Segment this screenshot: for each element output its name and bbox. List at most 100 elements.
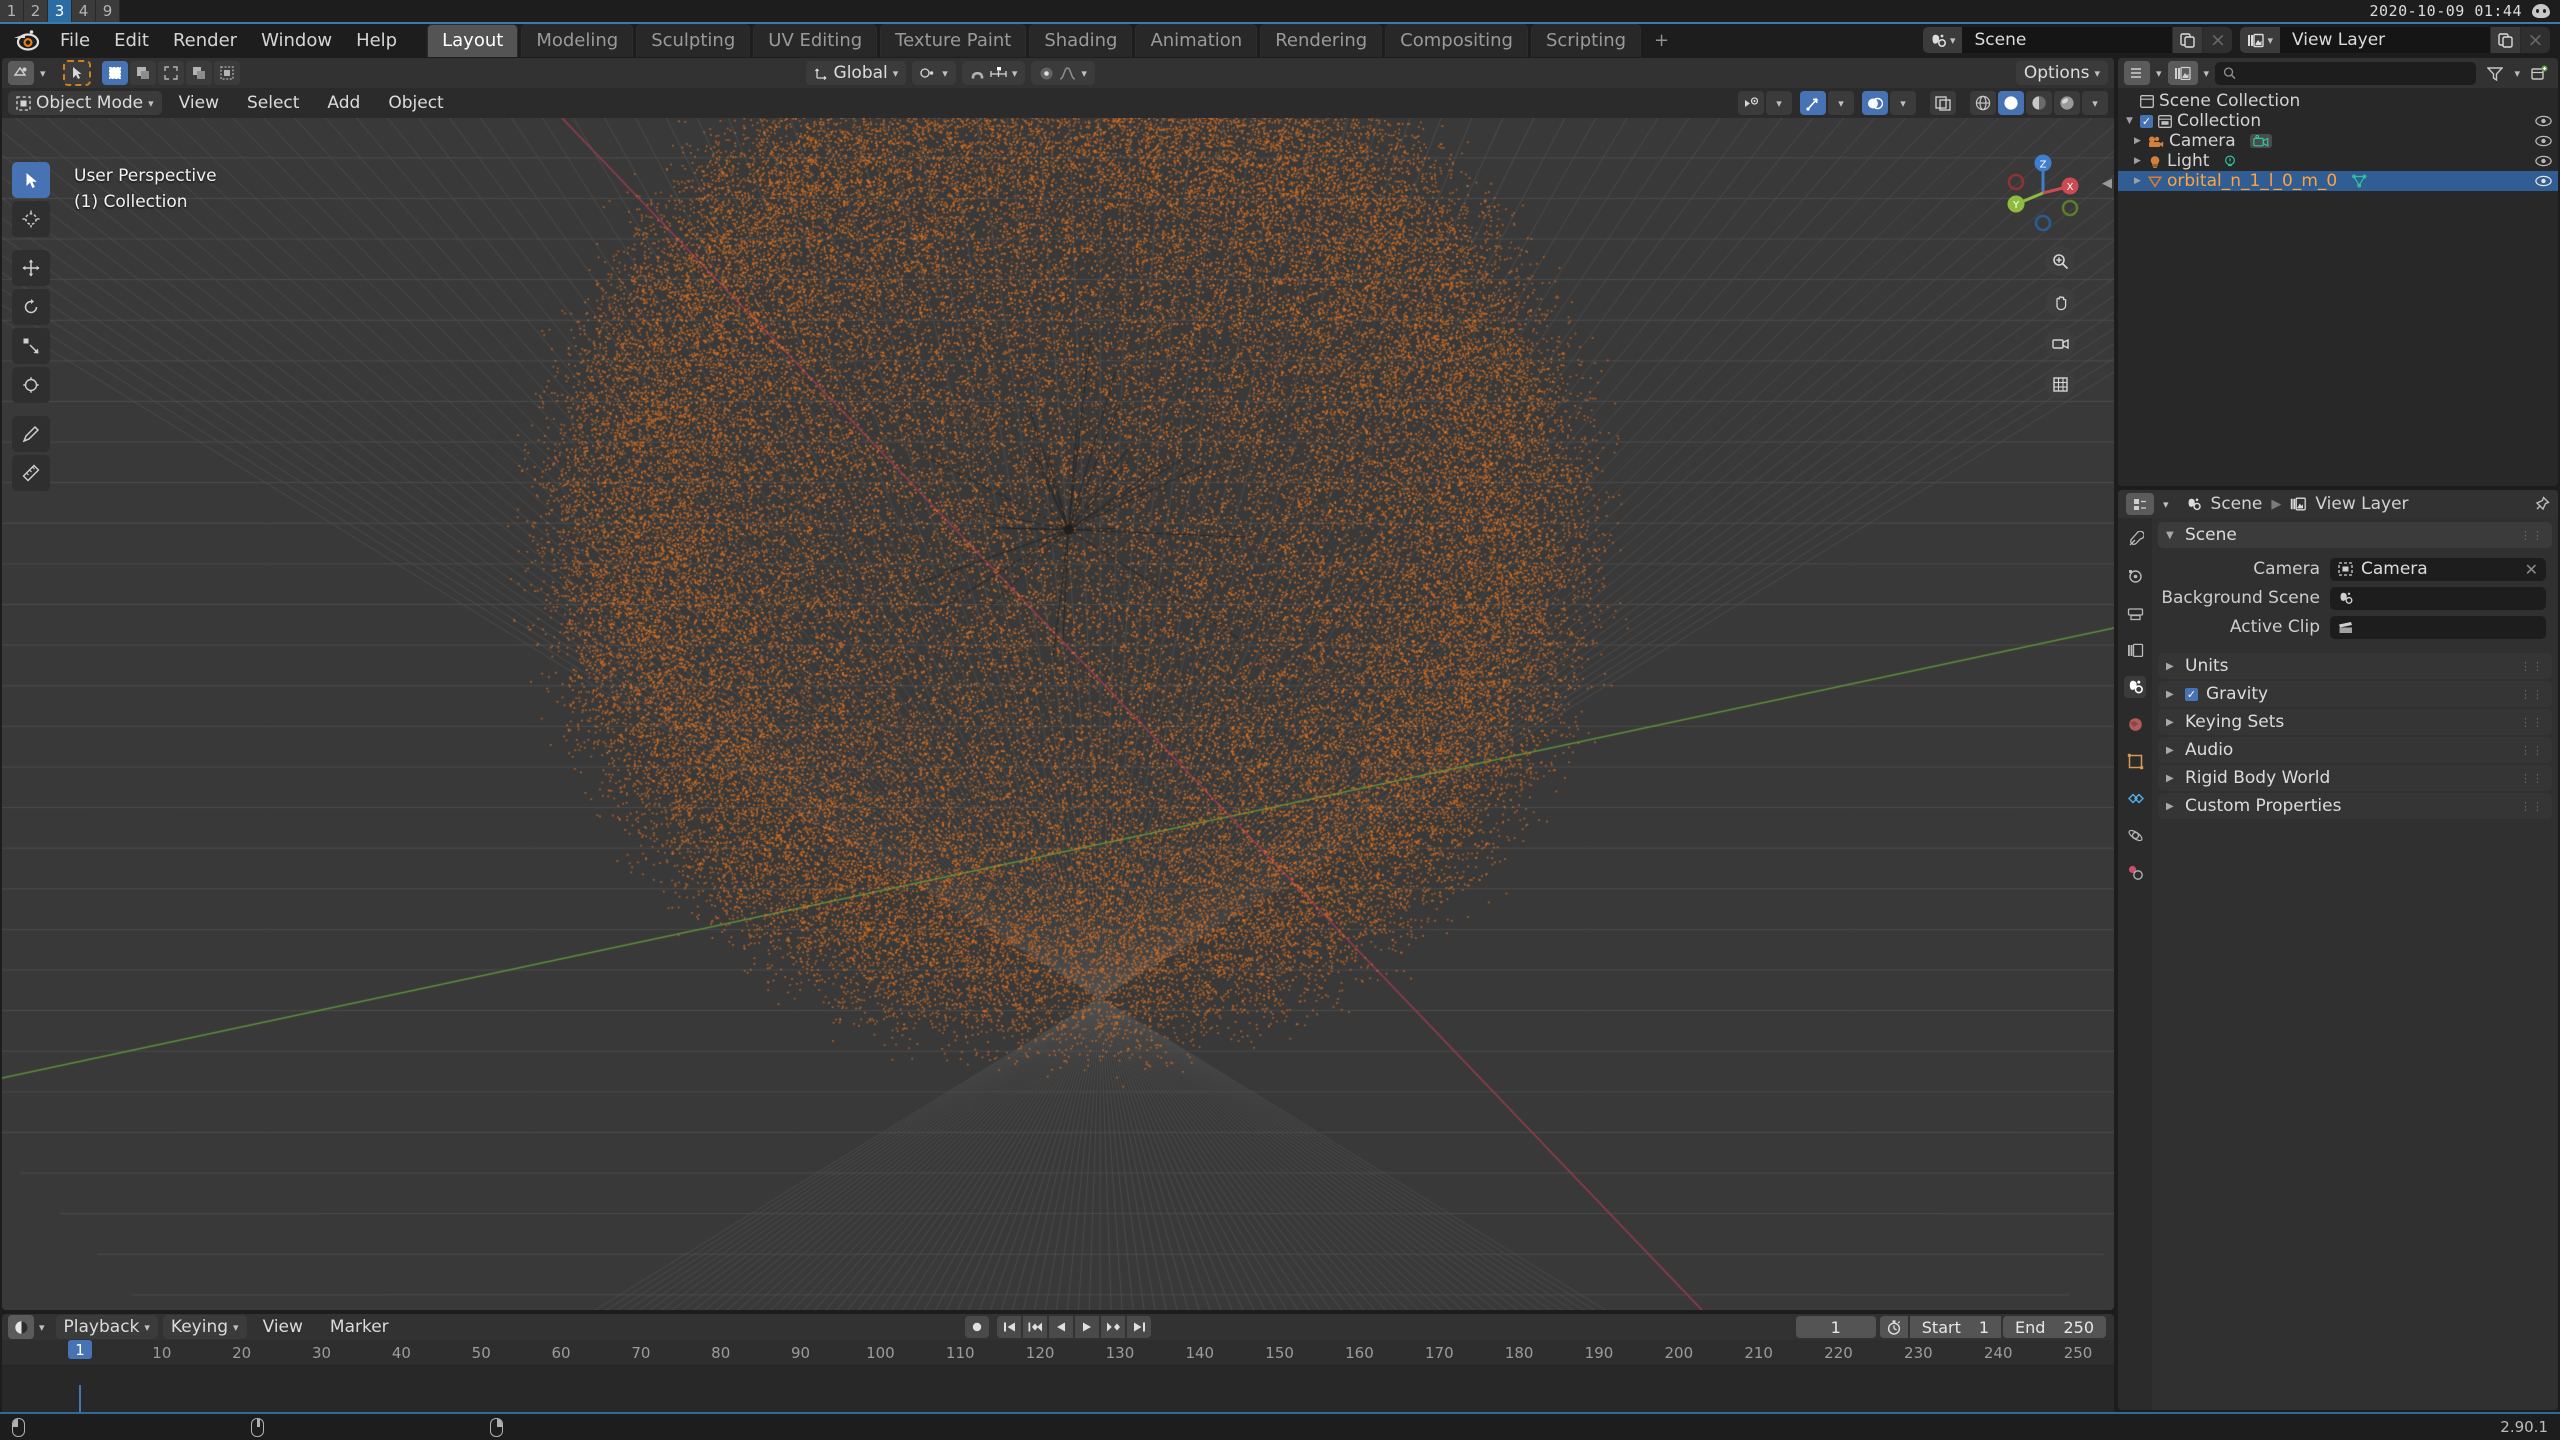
outliner-search-input[interactable] (2215, 61, 2477, 85)
workspace-tab-shading[interactable]: Shading (1029, 23, 1133, 57)
toggle-ortho-icon[interactable] (2045, 369, 2075, 399)
play-reverse-icon[interactable] (1049, 1316, 1073, 1338)
eye-icon[interactable] (2535, 115, 2552, 127)
navigation-gizmo[interactable]: Z X Y (2000, 150, 2086, 236)
breadcrumb-view-layer[interactable]: View Layer (2315, 494, 2408, 514)
viewport-menu-select[interactable]: Select (236, 90, 310, 116)
tweak-tool[interactable] (12, 162, 50, 198)
window-tab-3[interactable]: 3 (48, 0, 72, 22)
viewport-3d[interactable]: ▾ Global ▾ ▾ ▾ ▾ Options ▾ Object Mode ▾… (2, 58, 2114, 1310)
tweak-select-icon[interactable] (62, 60, 91, 86)
workspace-tab-texture-paint[interactable]: Texture Paint (880, 23, 1027, 57)
properties-tab-render[interactable] (2124, 565, 2146, 587)
panel-header-custom-properties[interactable]: ▶ Custom Properties ⋮⋮ (2158, 793, 2552, 819)
blender-logo[interactable] (12, 27, 40, 53)
panel-header-rigid-body-world[interactable]: ▶ Rigid Body World ⋮⋮ (2158, 765, 2552, 791)
mesh-data-icon[interactable] (2352, 174, 2367, 188)
pin-icon[interactable] (2533, 495, 2550, 513)
panel-header-units[interactable]: ▶ Units ⋮⋮ (2158, 653, 2552, 679)
discord-icon[interactable] (2532, 4, 2550, 18)
viewport-options-dropdown[interactable]: Options ▾ (2015, 61, 2108, 85)
select-box-icon[interactable] (101, 61, 128, 85)
jump-start-icon[interactable] (997, 1316, 1021, 1338)
outliner-editor[interactable]: ▾ ▾ ▾ Scene Collection ▼ ✓ Collection ▶ … (2118, 58, 2558, 486)
shading-material-preview-icon[interactable] (2026, 91, 2052, 115)
properties-tab-modifiers[interactable] (2124, 787, 2146, 809)
chevron-down-icon[interactable]: ▾ (2514, 67, 2520, 80)
snap-controls[interactable]: ▾ (961, 61, 1026, 85)
menu-file[interactable]: File (48, 27, 102, 54)
drag-handle-icon[interactable]: ⋮⋮ (2520, 772, 2544, 785)
disclosure-triangle-icon[interactable]: ▶ (2166, 801, 2177, 812)
disclosure-triangle-icon[interactable]: ▶ (2166, 717, 2177, 728)
outliner-row-collection[interactable]: ▼ ✓ Collection (2118, 111, 2558, 131)
light-data-icon[interactable] (2223, 154, 2237, 168)
chevron-down-icon[interactable]: ▾ (40, 67, 46, 80)
select-lasso-icon[interactable] (157, 61, 184, 85)
properties-editor[interactable]: ▾ Scene ▶ View Layer ▼ Scene ⋮⋮ Camera C… (2118, 490, 2558, 1410)
viewport-sidebar-toggle[interactable]: ◀ (2102, 176, 2112, 191)
editor-type-icon[interactable] (8, 61, 34, 85)
viewlayer-name-field[interactable]: View Layer (2280, 27, 2490, 53)
camera-data-icon[interactable] (2249, 134, 2272, 148)
window-tab-2[interactable]: 2 (24, 0, 48, 22)
chevron-down-icon[interactable]: ▾ (2163, 498, 2169, 511)
scene-camera-field[interactable]: Camera ✕ (2330, 557, 2546, 581)
interaction-mode-dropdown[interactable]: Object Mode ▾ (8, 91, 162, 115)
zoom-icon[interactable] (2045, 246, 2075, 276)
outliner-row-scene-collection[interactable]: Scene Collection (2118, 91, 2558, 111)
drag-handle-icon[interactable]: ⋮⋮ (2520, 660, 2544, 673)
workspace-tab-scripting[interactable]: Scripting (1530, 23, 1642, 57)
annotate-tool[interactable] (12, 416, 50, 452)
viewport-menu-add[interactable]: Add (316, 90, 371, 116)
properties-tab-physics[interactable] (2124, 824, 2146, 846)
add-workspace-button[interactable]: + (1644, 26, 1679, 55)
workspace-tab-animation[interactable]: Animation (1135, 23, 1258, 57)
disclosure-triangle-icon[interactable]: ▶ (2166, 661, 2177, 672)
workspace-tab-modeling[interactable]: Modeling (521, 23, 634, 57)
outliner-row-orbital-mesh[interactable]: ▶ orbital_n_1_l_0_m_0 (2118, 171, 2558, 191)
eye-icon[interactable] (2535, 175, 2552, 187)
shading-rendered-icon[interactable] (2054, 91, 2080, 115)
scene-icon[interactable]: ▾ (1922, 27, 1963, 53)
pivot-point-dropdown[interactable]: ▾ (912, 61, 956, 85)
drag-handle-icon[interactable]: ⋮⋮ (2520, 688, 2544, 701)
scene-datablock-selector[interactable]: ▾ Scene × (1922, 27, 2233, 53)
timeline-playhead[interactable]: 1 (68, 1340, 92, 1359)
properties-tab-world[interactable] (2124, 713, 2146, 735)
properties-tab-object[interactable] (2124, 750, 2146, 772)
rotate-tool[interactable] (12, 289, 50, 325)
proportional-edit-controls[interactable]: ▾ (1031, 61, 1095, 85)
timeline-menu-keying[interactable]: Keying ▾ (162, 1315, 247, 1339)
object-visibility-icon[interactable] (1738, 91, 1764, 115)
transform-tool[interactable] (12, 367, 50, 403)
properties-tab-view-layer[interactable] (2124, 639, 2146, 661)
menu-render[interactable]: Render (161, 27, 249, 54)
camera-view-icon[interactable] (2045, 328, 2075, 358)
panel-header-gravity[interactable]: ▶ ✓ Gravity ⋮⋮ (2158, 681, 2552, 707)
window-tab-4[interactable]: 4 (72, 0, 96, 22)
move-tool[interactable] (12, 250, 50, 286)
viewport-menu-object[interactable]: Object (377, 90, 454, 116)
window-tab-1[interactable]: 1 (0, 0, 24, 22)
shading-solid-icon[interactable] (1998, 91, 2024, 115)
menu-edit[interactable]: Edit (102, 27, 161, 54)
workspace-tab-rendering[interactable]: Rendering (1260, 23, 1383, 57)
gravity-checkbox[interactable]: ✓ (2185, 687, 2198, 701)
disclosure-triangle-icon[interactable]: ▶ (2132, 176, 2143, 186)
viewport-3d-canvas[interactable] (2, 118, 2114, 1310)
breadcrumb-scene[interactable]: Scene (2211, 494, 2263, 514)
disclosure-triangle-icon[interactable]: ▶ (2132, 136, 2143, 146)
new-collection-icon[interactable] (2526, 61, 2552, 85)
frame-end-field[interactable]: End 250 (2003, 1316, 2106, 1338)
editor-type-icon[interactable] (2124, 61, 2150, 85)
timeline-editor-icon[interactable] (8, 1315, 34, 1339)
properties-tab-material[interactable] (2124, 861, 2146, 883)
cursor-tool[interactable] (12, 201, 50, 237)
eye-icon[interactable] (2535, 155, 2552, 167)
disclosure-triangle-icon[interactable]: ▶ (2166, 745, 2177, 756)
properties-tab-scene[interactable] (2124, 676, 2146, 698)
clear-camera-icon[interactable]: ✕ (2525, 560, 2538, 579)
timeline-menu-view[interactable]: View (252, 1314, 314, 1340)
properties-tab-output[interactable] (2124, 602, 2146, 624)
